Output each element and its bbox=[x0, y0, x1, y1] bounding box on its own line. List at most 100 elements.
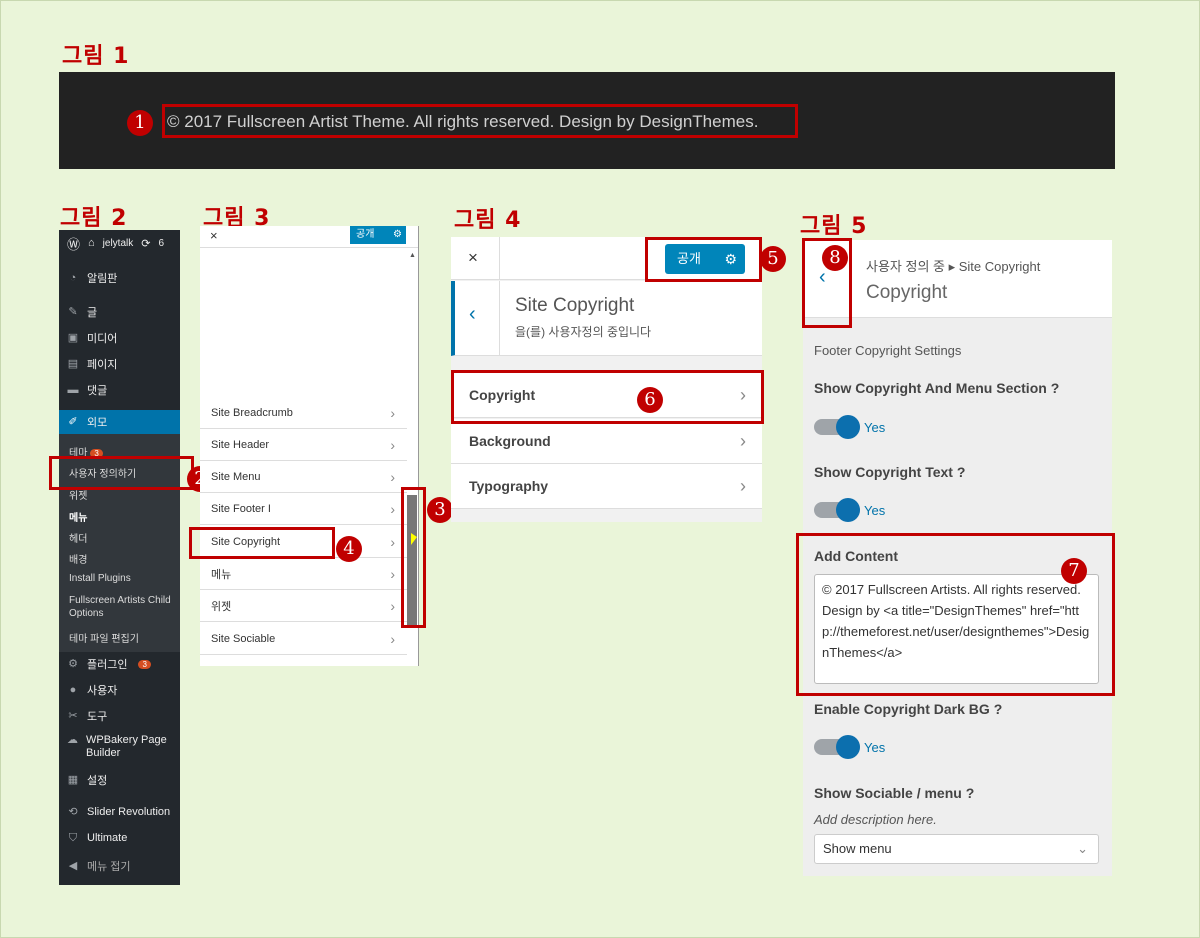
submenu-install-plugins[interactable]: Install Plugins bbox=[69, 573, 131, 584]
updates-icon[interactable]: ⟳ bbox=[141, 237, 150, 250]
pages-icon: ▤ bbox=[67, 358, 79, 370]
menu-plugins[interactable]: ⚙ 플러그인 3 bbox=[59, 656, 180, 672]
submenu-menus[interactable]: 메뉴 bbox=[69, 509, 87, 524]
close-icon[interactable]: × bbox=[468, 248, 478, 268]
header-divider bbox=[499, 237, 500, 280]
chevron-right-icon: › bbox=[390, 565, 395, 582]
section-label: Background bbox=[469, 433, 551, 449]
step-badge-5: 5 bbox=[760, 246, 786, 272]
site-name-link[interactable]: jelytalk bbox=[103, 238, 134, 249]
chevron-right-icon: › bbox=[390, 500, 395, 517]
section-menus[interactable]: 메뉴 › bbox=[200, 558, 407, 590]
menu-pages-label: 페이지 bbox=[87, 359, 118, 371]
menu-appearance[interactable]: ✐ 외모 bbox=[59, 410, 180, 434]
menu-media[interactable]: ▣ 미디어 bbox=[59, 330, 180, 346]
updates-count: 6 bbox=[158, 237, 165, 249]
menu-ultimate[interactable]: ⛉ Ultimate bbox=[59, 832, 180, 844]
plugins-count-badge: 3 bbox=[138, 659, 151, 669]
collapse-icon: ◀ bbox=[68, 860, 78, 872]
refresh-icon: ⟲ bbox=[68, 806, 78, 818]
section-label: Site Sociable bbox=[211, 632, 276, 645]
submenu-theme-editor[interactable]: 테마 파일 편집기 bbox=[69, 630, 139, 645]
menu-wpbakery-label: WPBakery Page Builder bbox=[86, 734, 167, 759]
chevron-right-icon: › bbox=[740, 430, 746, 451]
menu-plugins-label: 플러그인 bbox=[87, 659, 128, 671]
step-badge-8: 8 bbox=[822, 245, 848, 271]
section-label: 메뉴 bbox=[211, 568, 232, 581]
menu-settings[interactable]: ▦ 설정 bbox=[59, 772, 180, 788]
plugin-icon: ⚙ bbox=[68, 658, 78, 670]
breadcrumb: 사용자 정의 중 ▸ Site Copyright bbox=[866, 259, 1041, 274]
section-label: Site Menu bbox=[211, 470, 261, 483]
chevron-right-icon: › bbox=[390, 468, 395, 485]
section-label: Typography bbox=[469, 478, 549, 494]
figure-2-label: 그림 2 bbox=[60, 206, 128, 231]
section-widgets[interactable]: 위젯 › bbox=[200, 590, 407, 622]
highlight-box-1 bbox=[162, 104, 798, 138]
section-site-sociable[interactable]: Site Sociable › bbox=[200, 623, 407, 655]
menu-dashboard-label: 알림판 bbox=[87, 273, 118, 285]
menu-tools[interactable]: ✂ 도구 bbox=[59, 708, 180, 724]
toggle-knob bbox=[836, 498, 860, 522]
wordpress-logo-icon[interactable]: Ⓦ bbox=[67, 234, 80, 253]
section-label: 위젯 bbox=[211, 600, 232, 613]
submenu-child-options[interactable]: Fullscreen Artists Child Options bbox=[69, 594, 174, 620]
show-text-toggle[interactable] bbox=[814, 498, 860, 522]
section-site-menu[interactable]: Site Menu › bbox=[200, 461, 407, 493]
chevron-right-icon: › bbox=[740, 475, 746, 496]
menu-posts[interactable]: ✎ 글 bbox=[59, 304, 180, 320]
section-site-footer[interactable]: Site Footer I › bbox=[200, 493, 407, 525]
sociable-select[interactable]: Show menu ⌄ bbox=[814, 834, 1099, 864]
show-text-label: Show Copyright Text ? bbox=[814, 464, 966, 480]
highlight-box-3 bbox=[401, 487, 426, 628]
gear-icon[interactable]: ⚙ bbox=[393, 226, 402, 244]
dark-bg-toggle[interactable] bbox=[814, 735, 860, 759]
home-icon[interactable]: ⌂ bbox=[88, 237, 95, 249]
section-typography[interactable]: Typography › bbox=[451, 464, 762, 509]
menu-settings-label: 설정 bbox=[87, 775, 108, 787]
submenu-background[interactable]: 배경 bbox=[69, 551, 87, 566]
step-badge-7: 7 bbox=[1061, 558, 1087, 584]
highlight-box-7 bbox=[796, 533, 1115, 696]
settings-icon: ▦ bbox=[67, 774, 79, 786]
section-title-block: ‹ Site Copyright 을(를) 사용자정의 중입니다 bbox=[451, 281, 762, 356]
menu-wpbakery[interactable]: ☁ WPBakery Page Builder bbox=[59, 734, 174, 760]
menu-comments[interactable]: ▬ 댓글 bbox=[59, 382, 180, 398]
submenu-header[interactable]: 헤더 bbox=[69, 530, 87, 545]
close-icon[interactable]: × bbox=[210, 228, 218, 243]
wp-admin-sidebar: Ⓦ ⌂ jelytalk ⟳ 6 ◔ 알림판 ✎ 글 ▣ 미디어 ▤ 페이지 ▬ 댓글 ✐… bbox=[59, 230, 180, 885]
section-site-header[interactable]: Site Header › bbox=[200, 429, 407, 461]
publish-button[interactable]: 공개 ⚙ bbox=[350, 226, 406, 244]
menu-media-label: 미디어 bbox=[87, 333, 118, 345]
figure-1-label: 그림 1 bbox=[62, 44, 130, 69]
show-section-toggle[interactable] bbox=[814, 415, 860, 439]
chevron-right-icon: › bbox=[390, 533, 395, 550]
section-label: Site Footer I bbox=[211, 502, 271, 515]
menu-pages[interactable]: ▤ 페이지 bbox=[59, 356, 180, 372]
menu-comments-label: 댓글 bbox=[87, 385, 108, 397]
menu-users[interactable]: ● 사용자 bbox=[59, 682, 180, 698]
section-background[interactable]: Background › bbox=[451, 419, 762, 464]
menu-collapse[interactable]: ◀ 메뉴 접기 bbox=[59, 858, 180, 874]
dashboard-icon: ◔ bbox=[69, 272, 77, 284]
section-label: Site Header bbox=[211, 438, 270, 451]
sociable-select-value: Show menu bbox=[823, 841, 892, 856]
back-chevron-icon[interactable]: ‹ bbox=[469, 303, 476, 326]
show-section-yes: Yes bbox=[864, 420, 886, 435]
group-label: Footer Copyright Settings bbox=[814, 343, 962, 358]
section-site-breadcrumb[interactable]: Site Breadcrumb › bbox=[200, 397, 407, 429]
show-text-yes: Yes bbox=[864, 503, 886, 518]
section-label: Site Breadcrumb bbox=[211, 406, 293, 419]
menu-dashboard[interactable]: ◔ 알림판 bbox=[59, 270, 180, 286]
admin-topbar: Ⓦ ⌂ jelytalk ⟳ 6 bbox=[59, 230, 180, 256]
sociable-label: Show Sociable / menu ? bbox=[814, 785, 975, 801]
chevron-right-icon: › bbox=[390, 404, 395, 421]
menu-slider-revolution[interactable]: ⟲ Slider Revolution bbox=[59, 806, 180, 818]
scroll-up-arrow[interactable]: ▲ bbox=[409, 252, 416, 259]
step-badge-1: 1 bbox=[127, 110, 153, 136]
menu-posts-label: 글 bbox=[87, 307, 98, 319]
dark-bg-yes: Yes bbox=[864, 740, 886, 755]
menu-ultimate-label: Ultimate bbox=[87, 832, 128, 844]
chevron-right-icon: › bbox=[390, 436, 395, 453]
menu-tools-label: 도구 bbox=[87, 711, 108, 723]
